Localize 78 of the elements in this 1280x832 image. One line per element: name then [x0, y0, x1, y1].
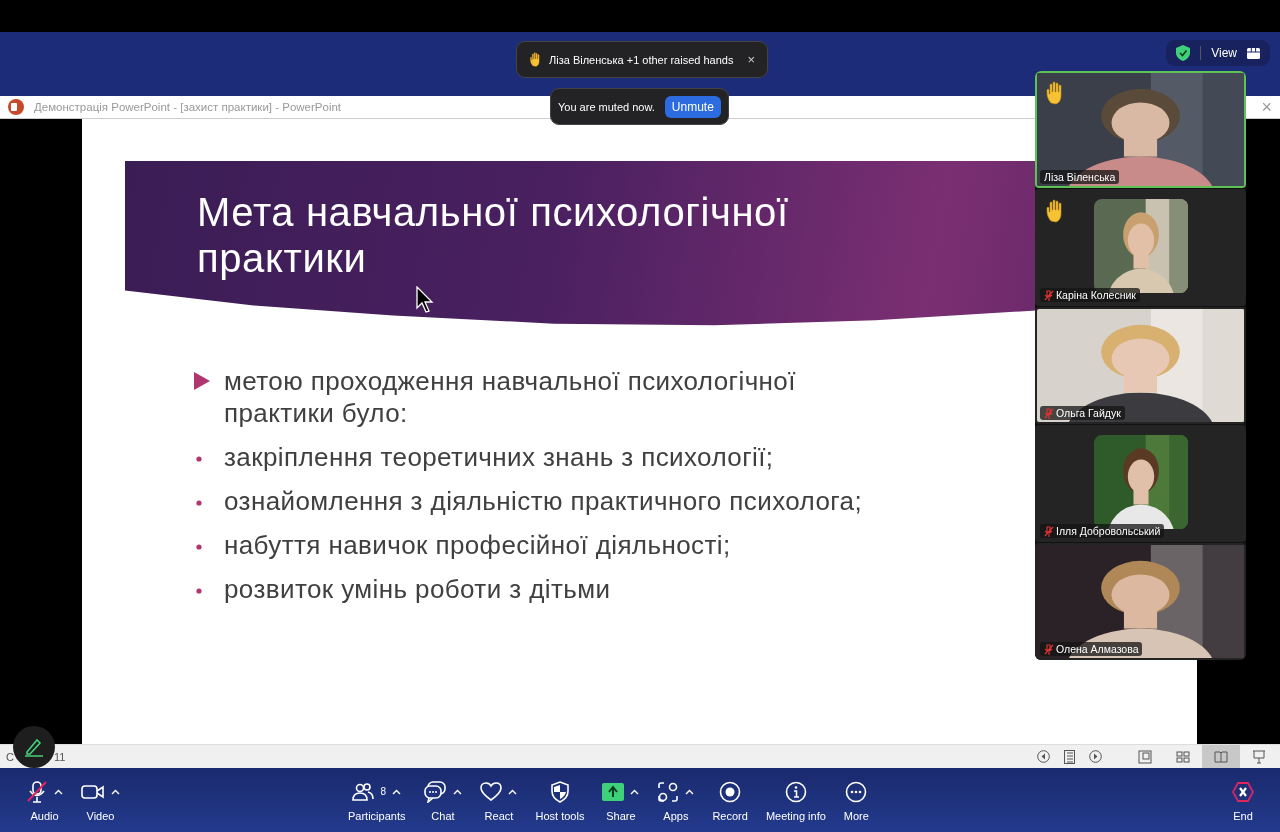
- bullet-dot-icon: [196, 500, 202, 506]
- previous-icon[interactable]: [1037, 750, 1050, 763]
- caret-icon[interactable]: [630, 788, 640, 795]
- notes-icon[interactable]: [1064, 749, 1075, 764]
- caret-icon[interactable]: [685, 788, 695, 795]
- apps-icon: [657, 780, 680, 803]
- bullet-text: закріплення теоретичних знань з психології;: [224, 441, 775, 473]
- video-tile[interactable]: Каріна Колесник: [1035, 189, 1246, 306]
- info-icon: [784, 780, 807, 803]
- bullet-text: ознайомлення з діяльністю практичного психолога;: [224, 485, 864, 517]
- chat-icon: [423, 780, 448, 803]
- book-icon: [1214, 750, 1228, 763]
- caret-icon[interactable]: [392, 788, 401, 795]
- projector-screen-icon: [1252, 749, 1266, 764]
- heart-icon: [480, 781, 503, 802]
- muted-mic-icon: [1044, 525, 1054, 537]
- participant-name: Каріна Колесник: [1056, 289, 1136, 301]
- caret-icon[interactable]: [54, 788, 63, 795]
- participant-count: 8: [380, 786, 386, 797]
- end-button[interactable]: End: [1226, 778, 1260, 822]
- toolbar-button[interactable]: Meeting info: [759, 778, 832, 822]
- video-tile[interactable]: Ілля Добровольський: [1035, 425, 1246, 542]
- video-tile[interactable]: Ліза Віленська: [1035, 71, 1246, 188]
- record-icon: [719, 780, 742, 803]
- caret-icon[interactable]: [111, 788, 120, 795]
- muted-microphone-icon: [26, 779, 48, 804]
- video-tile[interactable]: Олена Алмазова: [1035, 543, 1246, 660]
- status-text: С: [6, 750, 14, 763]
- bullet-text: розвиток умінь роботи з дітьми: [224, 573, 612, 605]
- toast-text: You are muted now.: [558, 100, 655, 113]
- next-icon[interactable]: [1089, 750, 1102, 763]
- toolbar-button[interactable]: Audio: [20, 778, 69, 822]
- shield-icon: [549, 780, 570, 803]
- toolbar-button[interactable]: Share: [596, 778, 646, 822]
- toast-text: Ліза Віленська +1 other raised hands: [549, 53, 734, 66]
- muted-mic-icon: [1044, 289, 1054, 301]
- close-button[interactable]: ×: [747, 52, 756, 67]
- participant-name: Ілля Добровольський: [1056, 525, 1161, 537]
- share-screen-icon: [602, 782, 625, 801]
- slide-title: Мета навчальної психологічної практики: [197, 189, 790, 281]
- arrow-bullet-icon: [194, 372, 210, 390]
- grid-view-icon: [1247, 47, 1260, 59]
- video-camera-icon: [81, 782, 105, 801]
- muted-mic-icon: [1044, 407, 1054, 419]
- participants-icon: [352, 781, 375, 802]
- grid-view-icon: [1176, 750, 1190, 763]
- shield-check-icon: [1176, 45, 1191, 61]
- toolbar-button[interactable]: More: [837, 778, 875, 822]
- toolbar-button[interactable]: 8 Participants: [342, 778, 412, 822]
- toolbar-button[interactable]: Chat: [417, 778, 469, 822]
- participant-name: Ліза Віленська: [1044, 171, 1116, 183]
- view-control[interactable]: View: [1166, 40, 1270, 66]
- participant-name: Ольга Гайдук: [1056, 407, 1121, 419]
- bullet-text: набуття навичок професійної діяльності;: [224, 529, 732, 561]
- caret-icon[interactable]: [453, 788, 463, 795]
- pencil-icon: [24, 737, 44, 757]
- mouse-pointer-icon: [416, 286, 434, 314]
- toolbar-button[interactable]: Apps: [651, 778, 701, 822]
- muted-mic-icon: [1044, 643, 1054, 655]
- caret-icon[interactable]: [508, 788, 518, 795]
- toolbar-button[interactable]: Record: [706, 778, 754, 822]
- raised-hand-icon: [529, 52, 543, 67]
- powerpoint-icon: [8, 99, 24, 115]
- bullet-dot-icon: [196, 544, 202, 550]
- video-tile[interactable]: Ольга Гайдук: [1035, 307, 1246, 424]
- normal-view-icon: [1138, 749, 1152, 764]
- close-hexagon-icon: [1232, 781, 1254, 802]
- participant-name: Олена Алмазова: [1056, 643, 1139, 655]
- bullet-dot-icon: [196, 456, 202, 462]
- toolbar-button[interactable]: Video: [75, 778, 126, 822]
- unmute-button[interactable]: Unmute: [664, 95, 721, 118]
- toolbar-button[interactable]: Host tools: [529, 778, 591, 822]
- toolbar-button[interactable]: React: [474, 778, 524, 822]
- bullet-dot-icon: [196, 588, 202, 594]
- more-icon: [845, 780, 868, 803]
- status-text: 11: [53, 750, 66, 763]
- bullet-text: метою проходження навчальної психологічної практики було:: [224, 365, 797, 429]
- window-title: Демонстрація PowerPoint - [захист практики] - PowerPoint: [34, 101, 342, 113]
